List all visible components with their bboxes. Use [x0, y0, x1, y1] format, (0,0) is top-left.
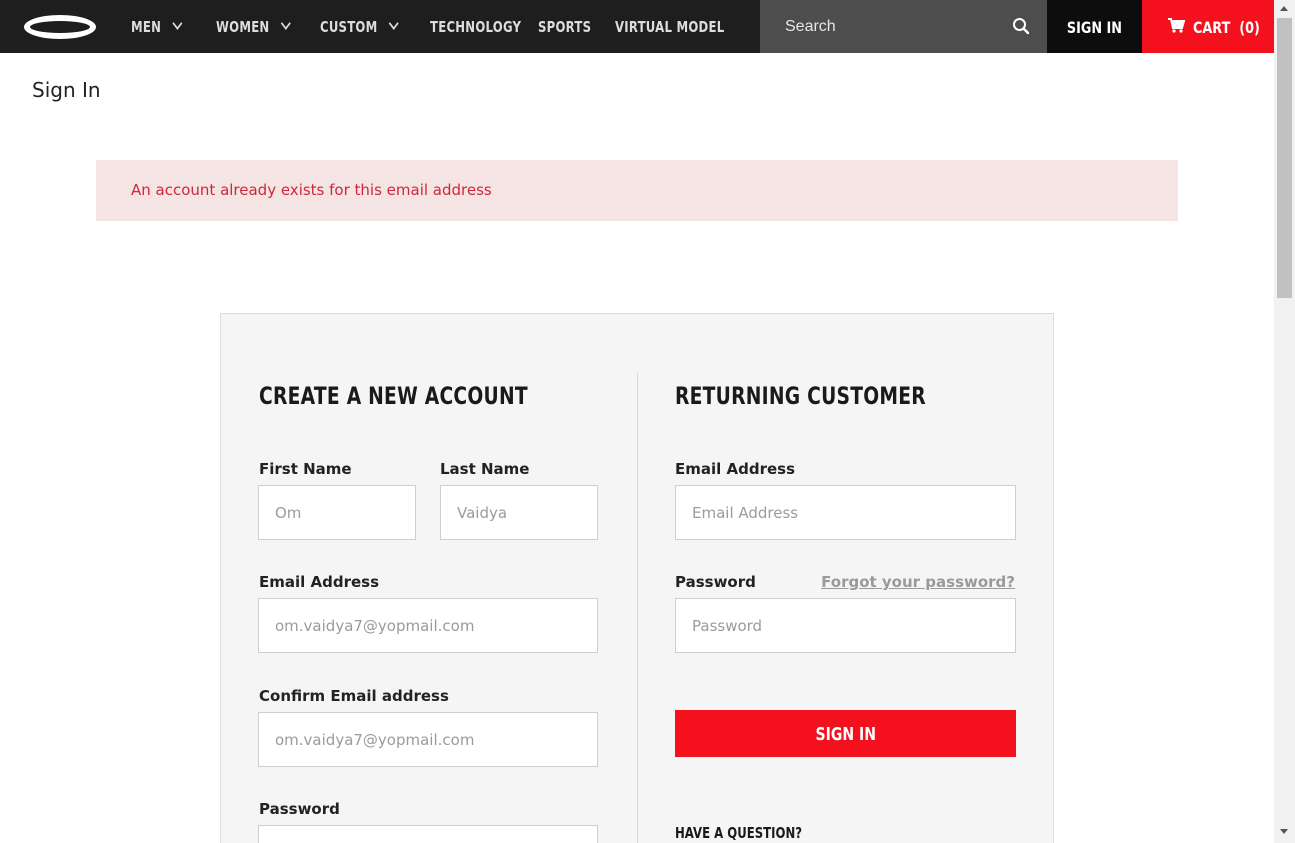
chevron-down-icon — [388, 17, 399, 30]
login-email-field[interactable] — [675, 485, 1016, 540]
scroll-up-arrow-icon[interactable] — [1280, 6, 1288, 11]
search-box — [760, 0, 1047, 53]
new-password-field[interactable] — [258, 825, 598, 843]
new-password-label: Password — [259, 800, 340, 818]
new-email-field[interactable] — [258, 598, 598, 653]
chevron-down-icon — [172, 17, 183, 30]
nav-item-virtual-model[interactable]: VIRTUAL MODEL — [615, 0, 724, 53]
top-nav: MEN WOMEN CUSTOM TECHNOLOGY SPORTS VIRTU… — [0, 0, 1274, 53]
have-a-question-heading: HAVE A QUESTION? — [675, 824, 803, 842]
login-email-label: Email Address — [675, 460, 796, 478]
nav-item-custom[interactable]: CUSTOM — [320, 0, 399, 53]
nav-item-sports-label: SPORTS — [538, 18, 592, 36]
panel-divider — [637, 373, 638, 843]
new-email-label: Email Address — [259, 573, 380, 591]
login-password-label: Password — [675, 573, 756, 591]
scroll-down-arrow-icon[interactable] — [1280, 829, 1288, 834]
nav-item-virtual-model-label: VIRTUAL MODEL — [615, 18, 725, 36]
nav-item-technology[interactable]: TECHNOLOGY — [430, 0, 521, 53]
last-name-label: Last Name — [440, 460, 530, 478]
page-scrollbar[interactable] — [1274, 0, 1295, 843]
account-panel: CREATE A NEW ACCOUNT First Name Last Nam… — [220, 313, 1054, 843]
confirm-email-field[interactable] — [258, 712, 598, 767]
first-name-field[interactable] — [258, 485, 416, 540]
scrollbar-thumb[interactable] — [1277, 18, 1292, 298]
returning-customer-heading: RETURNING CUSTOMER — [675, 382, 926, 410]
login-password-field[interactable] — [675, 598, 1016, 653]
nav-item-men-label: MEN — [131, 18, 162, 36]
nav-item-technology-label: TECHNOLOGY — [430, 18, 522, 36]
confirm-email-label: Confirm Email address — [259, 687, 449, 705]
nav-item-women[interactable]: WOMEN — [216, 0, 291, 53]
forgot-password-link[interactable]: Forgot your password? — [821, 573, 1015, 591]
nav-item-custom-label: CUSTOM — [320, 18, 378, 36]
nav-item-men[interactable]: MEN — [131, 0, 183, 53]
cart-icon — [1168, 18, 1185, 33]
header-sign-in-button[interactable]: SIGN IN — [1047, 0, 1142, 53]
chevron-down-icon — [280, 17, 291, 30]
nav-item-sports[interactable]: SPORTS — [538, 0, 591, 53]
search-icon[interactable] — [1012, 17, 1030, 35]
nav-item-women-label: WOMEN — [216, 18, 270, 36]
header-sign-in-label: SIGN IN — [1066, 18, 1123, 37]
last-name-field[interactable] — [440, 485, 598, 540]
error-alert: An account already exists for this email… — [96, 160, 1178, 221]
oakley-logo[interactable] — [24, 15, 96, 39]
cart-count: (0) — [1238, 18, 1260, 37]
cart-label: CART — [1192, 18, 1230, 37]
sign-in-button-label: SIGN IN — [815, 724, 876, 745]
cart-button[interactable]: CART (0) — [1142, 0, 1274, 53]
create-account-heading: CREATE A NEW ACCOUNT — [259, 382, 528, 410]
first-name-label: First Name — [259, 460, 352, 478]
alert-message: An account already exists for this email… — [131, 181, 492, 199]
page-title: Sign In — [32, 78, 101, 102]
sign-in-button[interactable]: SIGN IN — [675, 710, 1016, 757]
search-input[interactable] — [760, 0, 1000, 53]
